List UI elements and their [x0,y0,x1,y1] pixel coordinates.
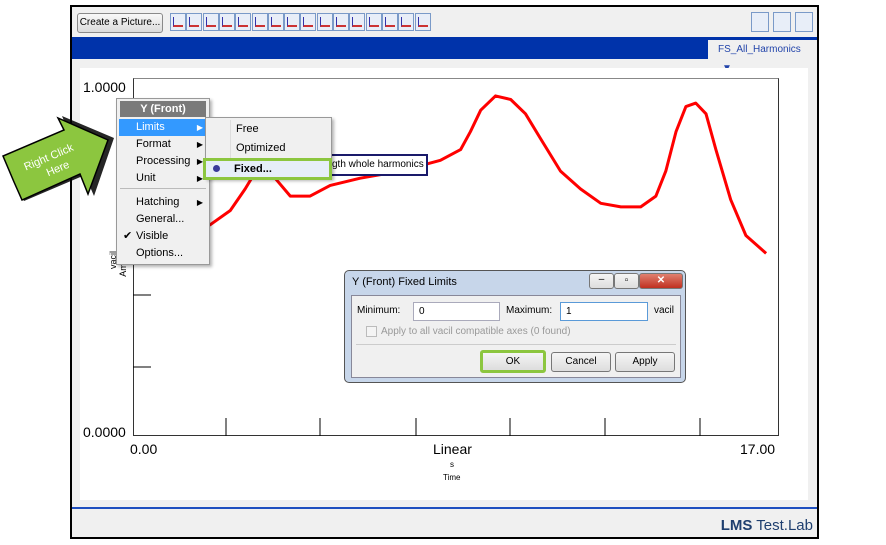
menu-item-free[interactable]: Free [208,120,330,139]
polar-icon[interactable] [251,13,268,31]
menu-item-optimized[interactable]: Optimized [208,139,330,158]
checkmark-icon: ✔ [123,230,133,242]
edit-icon[interactable] [795,12,813,32]
menu-item-hatching[interactable]: Hatching ▶ [119,194,207,211]
minimize-button[interactable]: – [589,273,614,289]
menu-item-limits[interactable]: Limits ▶ [119,119,207,136]
maximize-button[interactable]: ▫ [614,273,639,289]
new-picture-icon[interactable] [773,12,791,32]
submenu-arrow-icon: ▶ [196,123,203,132]
menu-item-visible[interactable]: ✔ Visible [119,228,207,245]
y-min-label: 0.0000 [83,424,126,440]
divider [72,507,817,509]
menu-item-general[interactable]: General... [119,211,207,228]
y-max-label: 1.0000 [83,79,126,95]
x-axis-label: Time [443,473,461,482]
front-back-icon[interactable] [218,13,235,31]
toolbar: Create a Picture... [72,7,817,37]
campbell-icon[interactable] [333,13,349,31]
waterfall-icon[interactable] [316,13,333,31]
x-unit-label: s [450,460,454,469]
menu-title: Y (Front) [120,101,206,117]
x-scale-label[interactable]: Linear [433,441,472,457]
submenu-arrow-icon: ▶ [196,198,203,207]
menu-item-label: Unit [136,172,156,184]
x-min-label: 0.00 [130,441,158,457]
ok-button[interactable]: OK [480,350,546,373]
overlay-display-icon[interactable] [186,13,203,31]
create-picture-button[interactable]: Create a Picture... [77,13,163,33]
fixed-limits-dialog: Y (Front) Fixed Limits – ▫ ✕ Minimum: 0 … [344,270,686,383]
colormap-icon[interactable] [300,13,317,31]
menu-item-label: General... [136,213,185,225]
minimum-label: Minimum: [357,305,401,316]
geometry-icon[interactable] [349,13,366,31]
scatter-icon[interactable] [267,13,284,31]
menu-item-format[interactable]: Format ▶ [119,136,207,153]
limits-submenu: Free Optimized Fixed... [203,117,332,180]
menu-item-fixed[interactable]: Fixed... [203,158,332,180]
axes-icon[interactable] [398,13,415,31]
fixed-label: Fixed... [234,163,272,175]
radio-selected-icon [213,165,220,172]
menu-item-label: Limits [136,121,165,133]
apply-button[interactable]: Apply [615,352,675,372]
maximum-input[interactable]: 1 [560,302,648,321]
apply-all-checkbox[interactable] [366,326,377,337]
brand-logo: LMS Test.Lab [720,517,813,534]
tab-fs-all-harmonics[interactable]: FS_All_Harmonics ▼ [708,40,817,74]
submenu-arrow-icon: ▶ [196,140,203,149]
bar-icon[interactable] [284,13,301,31]
menu-item-unit[interactable]: Unit ▶ [119,170,207,187]
cancel-button[interactable]: Cancel [551,352,611,372]
menu-item-label: Options... [136,247,184,259]
x-max-label: 17.00 [740,441,776,457]
workbook-bar [72,37,817,59]
divider [356,344,676,345]
menu-item-label: Hatching [136,196,180,208]
menu-item-label: Processing [136,155,191,167]
apply-all-label: Apply to all vacil compatible axes (0 fo… [381,326,571,337]
unit-label: vacil [654,305,675,316]
dialog-body: Minimum: 0 Maximum: 1 vacil Apply to all… [351,295,681,378]
line-display-icon[interactable] [170,13,186,31]
numeric-icon[interactable] [365,13,382,31]
blank-icon[interactable] [414,13,431,31]
table-icon[interactable] [381,13,398,31]
y-axis-label: Am [117,263,128,277]
maximum-label: Maximum: [506,305,553,316]
tab-label: FS_All_Harmonics [718,44,801,55]
dialog-title: Y (Front) Fixed Limits [352,276,457,288]
menu-separator [120,188,206,189]
forward-icon[interactable] [751,12,769,32]
right-click-here-arrow: Right ClickHere [2,116,114,201]
stacked-display-icon[interactable] [202,13,219,31]
nyquist-icon[interactable] [235,13,252,31]
close-button[interactable]: ✕ [639,273,683,289]
minimum-input[interactable]: 0 [413,302,500,321]
menu-item-label: Format [136,138,171,150]
menu-item-options[interactable]: Options... [119,245,207,262]
menu-item-processing[interactable]: Processing ▶ [119,153,207,170]
context-menu: Y (Front) Limits ▶ Format ▶ Processing ▶ Unit ▶… [116,98,210,265]
menu-item-label: Visible [136,230,169,242]
